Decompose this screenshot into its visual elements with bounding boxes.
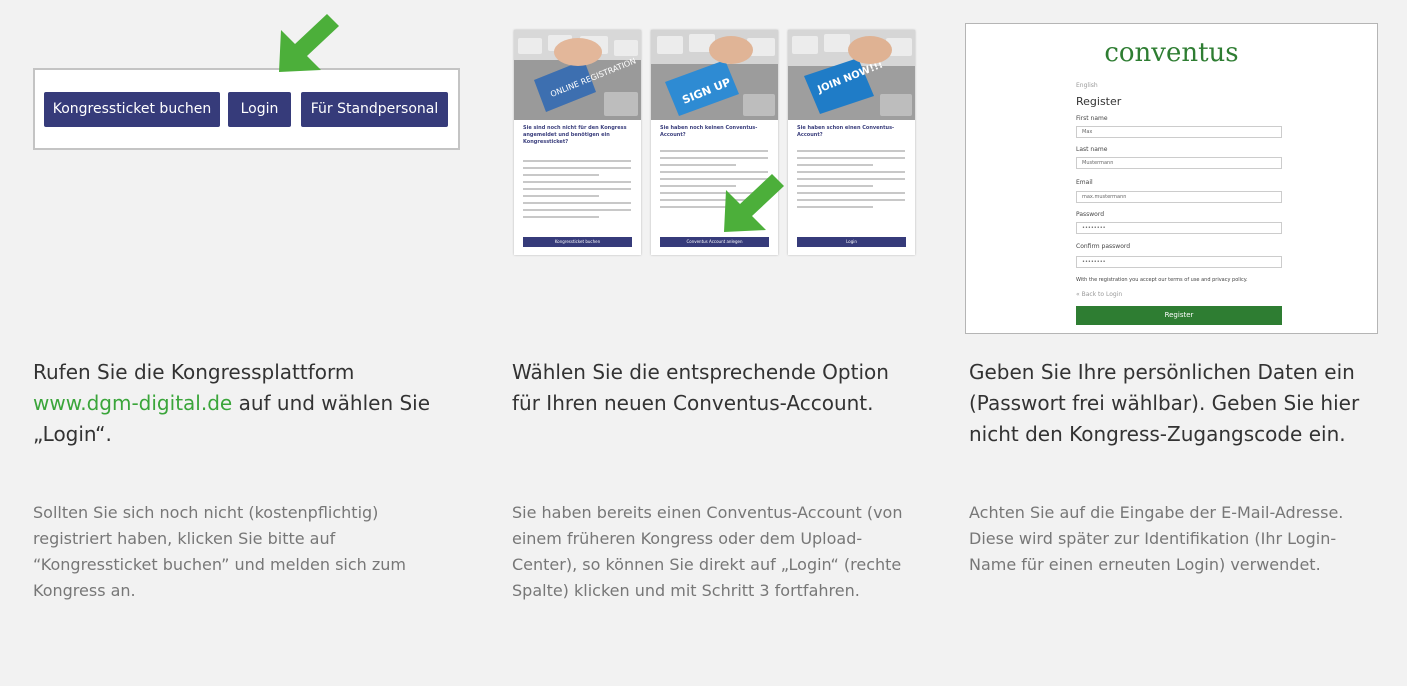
confirm-password-field[interactable]: ••••••••	[1076, 256, 1282, 268]
step3-subtext: Achten Sie auf die Eingabe der E-Mail-Ad…	[969, 503, 1344, 574]
conventus-logo: conventus	[1104, 38, 1239, 68]
step1-heading: Rufen Sie die Kongressplattform www.dgm-…	[33, 360, 431, 446]
dgm-digital-link[interactable]: www.dgm-digital.de	[33, 391, 232, 415]
card-login-button[interactable]: Login	[797, 237, 906, 247]
card-title: Sie haben schon einen Conventus-Account?	[797, 125, 895, 138]
text-line	[523, 195, 599, 197]
text-line	[797, 157, 905, 159]
text-line	[523, 216, 599, 218]
back-to-login-link[interactable]: « Back to Login	[1076, 291, 1122, 298]
text-line	[797, 199, 905, 201]
card-registration: ONLINE REGISTRATION Sie sind noch nicht …	[514, 30, 641, 255]
text-line	[660, 164, 736, 166]
text-line	[523, 174, 599, 176]
email-label: Email	[1076, 179, 1093, 186]
step3-heading: Geben Sie Ihre persönlichen Daten ein (P…	[969, 360, 1360, 446]
step2-subtext: Sie haben bereits einen Conventus-Accoun…	[512, 503, 903, 600]
text-line	[797, 171, 905, 173]
password-label: Password	[1076, 211, 1105, 218]
kongressticket-buchen-button[interactable]: Kongressticket buchen	[44, 92, 220, 127]
register-form-screenshot: conventus English Register First name Ma…	[965, 23, 1378, 334]
terms-text: With the registration you accept our ter…	[1076, 277, 1248, 283]
text-line	[797, 150, 905, 152]
card-text-placeholder	[797, 150, 905, 213]
card-text-placeholder	[523, 160, 631, 223]
text-line	[523, 160, 631, 162]
last-name-field[interactable]: Mustermann	[1076, 157, 1282, 169]
register-title: Register	[1076, 95, 1122, 108]
last-name-label: Last name	[1076, 146, 1108, 153]
email-field[interactable]: max.mustermann	[1076, 191, 1282, 203]
green-arrow-icon	[724, 174, 784, 232]
card-kongressticket-button[interactable]: Kongressticket buchen	[523, 237, 632, 247]
password-field[interactable]: ••••••••	[1076, 222, 1282, 234]
card-account-anlegen-button[interactable]: Conventus Account anlegen	[660, 237, 769, 247]
button-panel: Kongressticket buchen Login Für Standper…	[33, 68, 460, 150]
register-button[interactable]: Register	[1076, 306, 1282, 325]
card-title: Sie haben noch keinen Conventus-Account?	[660, 125, 758, 138]
text-line	[523, 167, 631, 169]
text-line	[797, 206, 873, 208]
login-button[interactable]: Login	[228, 92, 291, 127]
green-arrow-icon	[279, 14, 339, 72]
text-line	[797, 164, 873, 166]
keyboard-photo: JOIN NOW!!!	[788, 30, 915, 120]
text-line	[523, 181, 631, 183]
card-title: Sie sind noch nicht für den Kongress ang…	[523, 125, 627, 145]
text-line	[797, 192, 905, 194]
standpersonal-button[interactable]: Für Standpersonal	[301, 92, 448, 127]
text-line	[660, 157, 768, 159]
text-line	[523, 202, 631, 204]
card-join: JOIN NOW!!! Sie haben schon einen Conven…	[788, 30, 915, 255]
text-line	[523, 209, 631, 211]
keyboard-photo: SIGN UP	[651, 30, 778, 120]
first-name-field[interactable]: Max	[1076, 126, 1282, 138]
confirm-password-label: Confirm password	[1076, 243, 1131, 250]
step2-heading: Wählen Sie die entsprechende Option für …	[512, 360, 889, 415]
step1-subtext: Sollten Sie sich noch nicht (kostenpflic…	[33, 503, 407, 600]
language-link[interactable]: English	[1076, 82, 1098, 89]
text-line	[523, 188, 631, 190]
text-line	[660, 150, 768, 152]
first-name-label: First name	[1076, 115, 1108, 122]
text-line	[797, 185, 873, 187]
text-line	[797, 178, 905, 180]
keyboard-photo: ONLINE REGISTRATION	[514, 30, 641, 120]
